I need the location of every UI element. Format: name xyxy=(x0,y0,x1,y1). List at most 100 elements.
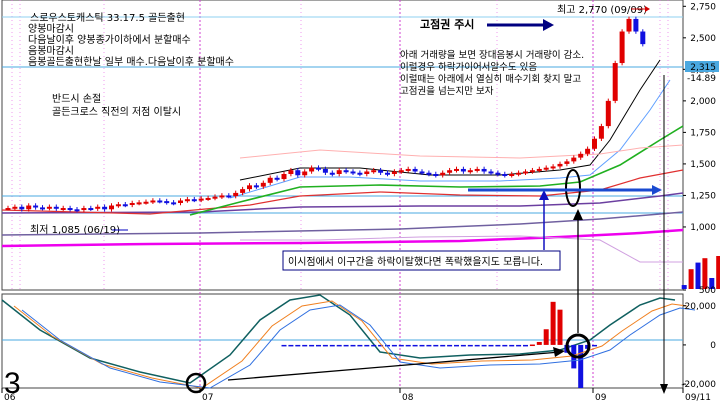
price-tick-label: 1,500 xyxy=(690,160,716,170)
candle-body xyxy=(143,201,149,204)
annotation-line: 고점권을 넘는지만 보자 xyxy=(400,85,494,97)
candle-body xyxy=(481,168,487,172)
candle-body xyxy=(336,170,342,174)
annotation-line: 양봉마감시 xyxy=(28,23,74,35)
candle-body xyxy=(247,185,252,190)
candle-body xyxy=(253,185,259,188)
oscillator-bar xyxy=(578,344,584,388)
candle-body xyxy=(226,195,232,198)
annotation-line: 이럴때는 아래에서 열심히 매수기회 찾지 말고 xyxy=(400,73,581,85)
candle-body xyxy=(198,198,204,201)
candle-body xyxy=(378,170,384,173)
annotation-line: 이럴경우 하락가이어서알수도 있음 xyxy=(400,61,537,73)
oscillator-bar xyxy=(364,344,370,347)
candle-body xyxy=(495,172,501,175)
candle-body xyxy=(433,174,439,176)
candle-body xyxy=(19,206,25,210)
candle-body xyxy=(391,171,397,174)
candle-body xyxy=(191,199,197,202)
oscillator-tick-label: 20,000 xyxy=(685,302,717,312)
candle-body xyxy=(46,206,52,209)
oscillator-bar xyxy=(440,344,446,347)
oscillator-bar xyxy=(557,309,563,345)
candle-body xyxy=(640,31,646,45)
candle-body xyxy=(488,171,494,174)
candle-body xyxy=(509,174,515,176)
oscillator-bar xyxy=(550,301,556,345)
candle-body xyxy=(467,170,473,173)
candle-body xyxy=(109,205,114,210)
candle-body xyxy=(88,208,94,211)
candle-body xyxy=(316,167,321,170)
candle-body xyxy=(557,163,563,167)
corner-number: 3 xyxy=(4,367,21,400)
candle-body xyxy=(536,168,542,171)
candle-body xyxy=(136,202,142,205)
candle-body xyxy=(426,172,432,175)
candle-body xyxy=(102,206,108,210)
candle-body xyxy=(74,209,80,212)
candle-body xyxy=(385,172,390,175)
oscillator-bar xyxy=(460,344,466,347)
oscillator-bar xyxy=(467,344,473,347)
candle-body xyxy=(564,161,570,164)
candle-body xyxy=(67,208,73,211)
oscillator-bar xyxy=(322,344,328,347)
candle-body xyxy=(550,166,556,169)
oscillator-bar xyxy=(295,344,301,347)
oscillator-bar xyxy=(329,344,335,347)
annotation-line: 음봉골든출현한날 일부 매수.다음날이후 분할매수 xyxy=(28,56,234,68)
candle-body xyxy=(178,200,183,203)
candle-body xyxy=(171,202,177,205)
candle-body xyxy=(309,167,315,172)
oscillator-bar xyxy=(447,344,453,347)
stock-chart: 2,7502,5002,2502,0001,7501,5001,2501,000… xyxy=(0,0,720,406)
price-tick-label: 1,000 xyxy=(690,223,716,233)
oscillator-bar xyxy=(509,344,515,347)
min-price-label: 최저 1,085 (06/19) xyxy=(30,224,120,236)
oscillator-bar xyxy=(371,344,377,347)
candle-body xyxy=(240,189,246,193)
x-tick-label: 09 xyxy=(595,393,607,403)
candle-body xyxy=(605,100,611,127)
oscillator-bar xyxy=(288,344,294,347)
oscillator-bar xyxy=(516,344,522,347)
candle-body xyxy=(129,203,135,205)
x-tick-label: 09/11 xyxy=(685,393,711,403)
volume-bar xyxy=(688,269,694,289)
candle-body xyxy=(184,199,190,202)
candle-body xyxy=(322,168,328,173)
oscillator-tick-label: -20,000 xyxy=(681,380,716,390)
price-tick-label: 2,000 xyxy=(690,97,716,107)
oscillator-bar xyxy=(336,344,342,347)
candle-body xyxy=(288,170,294,174)
oscillator-bar xyxy=(543,329,549,345)
candle-body xyxy=(329,172,335,175)
annotation-line: 스로우스토캐스틱 33.17.5 골든출현 xyxy=(30,12,185,24)
oscillator-bar xyxy=(343,344,349,347)
oscillator-bar xyxy=(357,344,363,347)
price-change-label: -14.89 xyxy=(687,74,716,84)
annotation-line: 반드시 손절 xyxy=(52,92,101,105)
oscillator-bar xyxy=(350,344,356,347)
candle-body xyxy=(364,171,370,174)
candle-body xyxy=(523,171,528,174)
candle-body xyxy=(440,172,446,176)
candle-body xyxy=(598,126,604,139)
candle-body xyxy=(164,201,170,204)
max-price-label: 최고 2,770 (09/09) xyxy=(557,4,647,16)
candle-body xyxy=(219,195,225,198)
candle-body xyxy=(81,208,87,211)
candle-body xyxy=(371,170,377,173)
candle-body xyxy=(212,196,218,199)
candle-body xyxy=(122,204,128,207)
candle-body xyxy=(633,18,639,32)
oscillator-bar xyxy=(433,344,439,347)
candle-body xyxy=(516,172,522,175)
oscillator-bar xyxy=(281,344,287,347)
oscillator-bar xyxy=(592,344,597,347)
candle-body xyxy=(260,182,266,187)
volume-bar xyxy=(716,256,720,289)
oscillator-bar xyxy=(309,344,315,347)
volume-bar xyxy=(702,258,708,289)
